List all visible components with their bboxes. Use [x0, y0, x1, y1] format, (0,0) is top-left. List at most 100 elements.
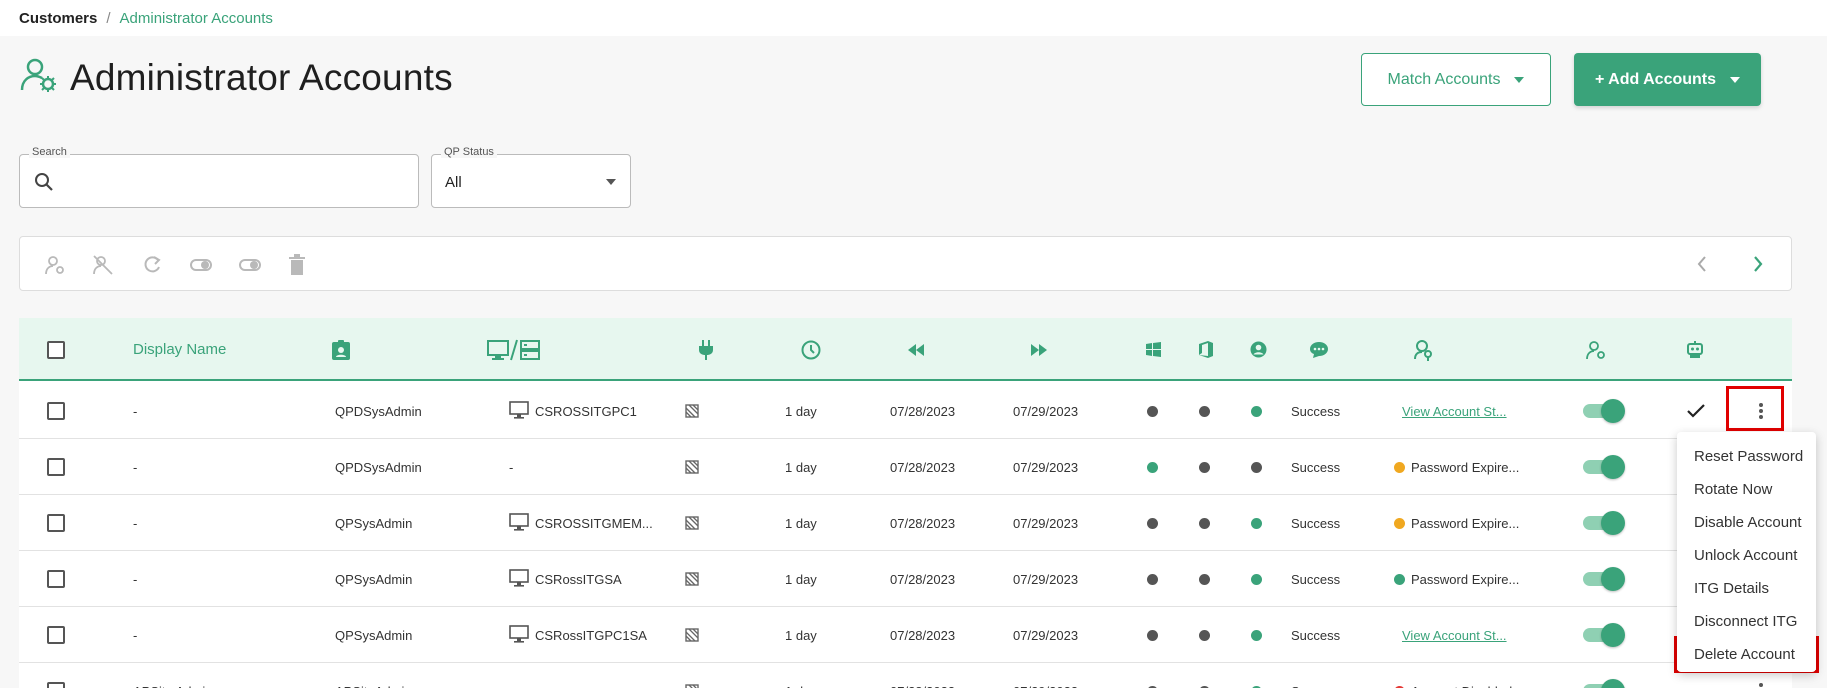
monitor-icon — [509, 512, 529, 534]
last-rotation-cell: 07/28/2023 — [890, 459, 956, 475]
status-dot — [1147, 629, 1158, 641]
last-rotation-cell: 07/28/2023 — [890, 663, 955, 688]
menu-item-rotate-now[interactable]: Rotate Now — [1677, 473, 1816, 506]
monitor-icon — [509, 400, 529, 422]
monitor-icon — [509, 568, 529, 590]
menu-item-itg-details[interactable]: ITG Details — [1677, 572, 1816, 605]
view-account-status-link[interactable]: View Account St... — [1402, 628, 1507, 643]
robot-icon[interactable] — [1686, 318, 1704, 381]
plug-icon[interactable] — [699, 318, 713, 381]
no-plug-icon — [685, 439, 699, 495]
result-cell: Success — [1291, 515, 1341, 531]
status-dot — [1251, 461, 1262, 473]
row-checkbox[interactable] — [47, 682, 65, 688]
user-cog-icon[interactable] — [44, 254, 66, 276]
table-row[interactable]: APSite Admin APSiteAdmin 1 day 07/28/2023 07… — [19, 663, 1792, 688]
interval-cell: 1 day — [785, 459, 817, 475]
computer-server-icon[interactable] — [487, 318, 541, 381]
chevron-down-icon — [1730, 76, 1741, 83]
computer-cell: - — [509, 439, 513, 495]
table-row[interactable]: - QPDSysAdmin CSROSSITGPC1 1 day 07/28/2023 0… — [19, 383, 1792, 439]
table-row[interactable]: - QPSysAdmin CSRossITGPC1SA 1 day 07/28/2023… — [19, 607, 1792, 663]
row-checkbox[interactable] — [47, 514, 65, 532]
toggle-knob — [1601, 623, 1625, 647]
chevron-down-icon — [1514, 76, 1525, 83]
badge-icon[interactable] — [332, 318, 350, 381]
last-rotation-cell: 07/28/2023 — [890, 515, 956, 531]
user-circle-icon[interactable] — [1250, 318, 1267, 381]
monitor-icon — [509, 624, 529, 646]
no-plug-icon — [685, 383, 699, 439]
row-checkbox[interactable] — [47, 458, 65, 476]
menu-item-disconnect-itg[interactable]: Disconnect ITG — [1677, 605, 1816, 638]
enabled-toggle[interactable] — [1583, 679, 1625, 688]
windows-icon[interactable] — [1146, 318, 1161, 381]
chevron-right-icon[interactable] — [1751, 254, 1765, 279]
view-account-status-link[interactable]: View Account St... — [1402, 404, 1507, 419]
toggle-knob — [1601, 399, 1625, 423]
enabled-toggle[interactable] — [1583, 623, 1625, 647]
add-accounts-button[interactable]: + Add Accounts — [1574, 53, 1761, 106]
enabled-toggle[interactable] — [1583, 567, 1625, 591]
display-name-cell: - — [133, 403, 138, 419]
result-cell: Success — [1291, 663, 1340, 688]
qp-status-select[interactable]: QP Status All — [431, 146, 631, 208]
search-input[interactable] — [64, 167, 404, 195]
row-checkbox[interactable] — [47, 570, 65, 588]
status-dot — [1199, 573, 1210, 585]
more-vert-icon[interactable] — [1746, 676, 1776, 688]
toggle-knob — [1601, 455, 1625, 479]
key-user-icon[interactable] — [1413, 318, 1433, 381]
no-plug-icon — [685, 663, 699, 688]
user-cog-icon[interactable] — [1586, 318, 1606, 381]
status-dot — [1147, 461, 1158, 473]
last-rotation-cell: 07/28/2023 — [890, 627, 956, 643]
status-dot — [1251, 517, 1262, 529]
chat-icon[interactable] — [1309, 318, 1329, 381]
row-actions-menu: Reset Password Rotate Now Disable Account U… — [1677, 432, 1816, 672]
accounts-table: Display Name - QPDSysAdmin CSROSSITGPC1 … — [19, 318, 1792, 688]
row-checkbox[interactable] — [47, 626, 65, 644]
trash-icon[interactable] — [286, 254, 308, 276]
menu-item-disable-account[interactable]: Disable Account — [1677, 506, 1816, 539]
more-vert-icon[interactable] — [1746, 396, 1776, 426]
menu-item-reset-password[interactable]: Reset Password — [1677, 440, 1816, 473]
enabled-toggle[interactable] — [1583, 511, 1625, 535]
table-row[interactable]: - QPSysAdmin CSROSSITGMEM... 1 day 07/28/202… — [19, 495, 1792, 551]
toggle-knob — [1601, 511, 1625, 535]
rotate-icon[interactable] — [141, 254, 163, 276]
table-row[interactable]: - QPDSysAdmin - 1 day 07/28/2023 07/29/2023 Su… — [19, 439, 1792, 495]
status-dot — [1394, 573, 1405, 585]
computer-name: CSRossITGSA — [535, 571, 622, 587]
office-icon[interactable] — [1199, 318, 1213, 381]
qp-status-value: All — [445, 174, 462, 191]
breadcrumb-current: Administrator Accounts — [119, 9, 273, 27]
breadcrumb-customers-link[interactable]: Customers — [19, 10, 97, 27]
computer-name: - — [509, 459, 514, 475]
computer-cell: CSROSSITGMEM... — [509, 495, 653, 551]
enabled-toggle[interactable] — [1583, 455, 1625, 479]
next-rotation-cell: 07/29/2023 — [1013, 627, 1079, 643]
match-accounts-button[interactable]: Match Accounts — [1361, 53, 1551, 106]
chevron-down-icon — [606, 179, 616, 185]
account-status-text: Password Expire... — [1411, 515, 1520, 531]
select-all-checkbox[interactable] — [47, 340, 65, 359]
no-plug-icon — [685, 551, 699, 607]
clock-icon[interactable] — [801, 318, 821, 381]
row-checkbox[interactable] — [47, 402, 65, 420]
toggle-on-icon[interactable] — [190, 254, 212, 276]
rewind-icon[interactable] — [907, 318, 925, 381]
table-row[interactable]: - QPSysAdmin CSRossITGSA 1 day 07/28/2023 07/… — [19, 551, 1792, 607]
menu-item-delete-account[interactable]: Delete Account — [1677, 638, 1816, 671]
user-off-icon[interactable] — [92, 254, 114, 276]
next-rotation-cell: 07/29/2023 — [1013, 515, 1079, 531]
check-icon — [1687, 383, 1705, 439]
chevron-left-icon[interactable] — [1695, 254, 1709, 279]
fast-forward-icon[interactable] — [1030, 318, 1048, 381]
column-display-name[interactable]: Display Name — [133, 341, 226, 358]
menu-item-unlock-account[interactable]: Unlock Account — [1677, 539, 1816, 572]
toggle-off-icon[interactable] — [239, 254, 261, 276]
qp-status-label: QP Status — [441, 146, 497, 158]
status-dot — [1251, 573, 1262, 585]
enabled-toggle[interactable] — [1583, 399, 1625, 423]
